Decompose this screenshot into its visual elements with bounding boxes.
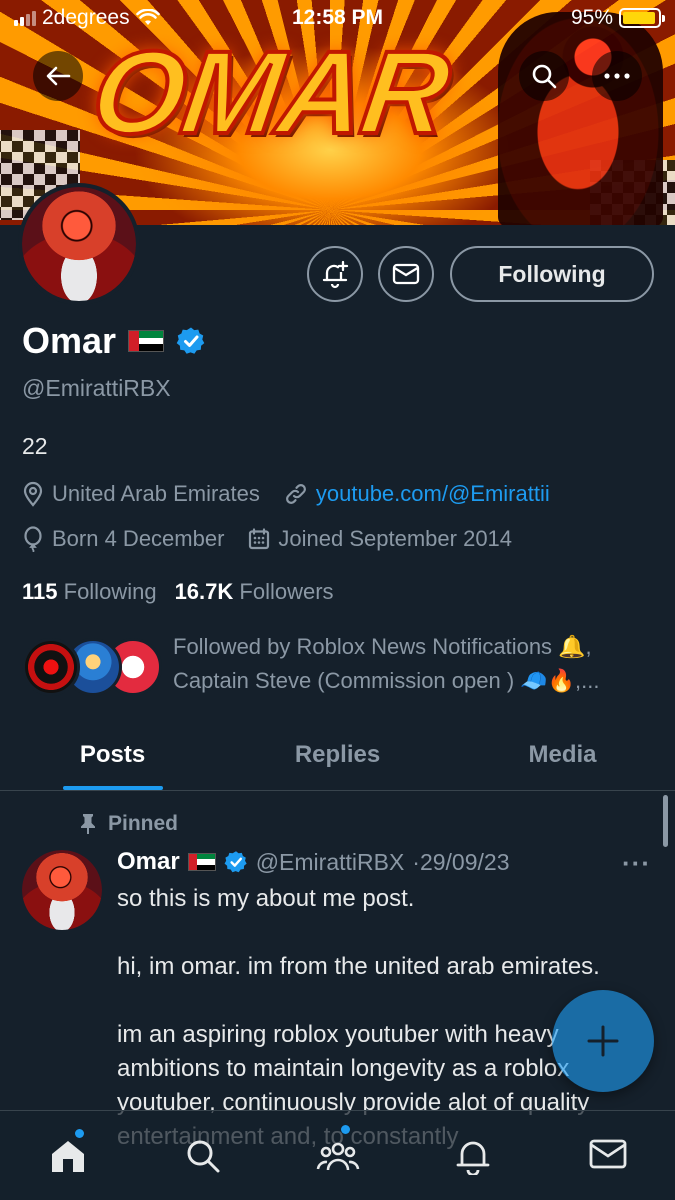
more-icon xyxy=(604,73,630,79)
nav-home[interactable] xyxy=(38,1129,98,1187)
verified-badge-icon xyxy=(224,851,247,873)
more-options-button[interactable] xyxy=(592,51,642,101)
search-icon xyxy=(187,1140,219,1173)
profile-birthday: Born 4 December xyxy=(52,526,225,551)
plus-icon xyxy=(587,1025,619,1057)
profile-meta-row-1: United Arab Emirates youtube.com/@Emirat… xyxy=(22,481,550,507)
location-pin-icon xyxy=(23,481,43,507)
back-button[interactable] xyxy=(33,51,83,101)
post-paragraph: so this is my about me post. xyxy=(117,885,415,912)
scrollbar[interactable] xyxy=(663,795,668,847)
bell-icon xyxy=(456,1141,489,1175)
balloon-icon xyxy=(24,526,42,552)
followed-by-avatars xyxy=(22,638,162,698)
post-author-avatar[interactable] xyxy=(22,850,102,930)
envelope-icon xyxy=(589,1139,626,1169)
profile-tabs: Posts Replies Media xyxy=(0,720,675,791)
bottom-navigation xyxy=(0,1110,675,1200)
post-more-button[interactable]: ··· xyxy=(622,848,651,879)
uae-flag-icon xyxy=(128,330,165,352)
profile-name: Omar xyxy=(22,320,117,361)
post-date: ·29/09/23 xyxy=(412,848,510,875)
battery-icon xyxy=(619,8,665,28)
back-arrow-icon xyxy=(46,66,71,86)
profile-joined: Joined September 2014 xyxy=(278,526,513,551)
follow-counts: 115 Following 16.7K Followers xyxy=(22,579,334,605)
home-icon xyxy=(51,1141,84,1172)
following-button[interactable]: Following xyxy=(450,246,654,302)
calendar-icon xyxy=(249,528,270,550)
pin-icon xyxy=(81,814,95,834)
tab-media[interactable]: Media xyxy=(450,720,675,790)
link-icon xyxy=(285,484,306,504)
active-tab-indicator xyxy=(62,786,163,790)
profile-name-row: Omar xyxy=(22,320,206,362)
profile-location: United Arab Emirates xyxy=(52,481,260,506)
pinned-label: Pinned xyxy=(80,812,178,836)
tab-posts[interactable]: Posts xyxy=(0,720,225,790)
profile-handle: @EmirattiRBX xyxy=(22,375,171,401)
nav-notification-dot xyxy=(340,1125,350,1134)
followed-by-text: Followed by Roblox News Notifications 🔔,… xyxy=(173,634,600,693)
nav-communities[interactable] xyxy=(308,1125,368,1187)
profile-meta-row-2: Born 4 December Joined September 2014 xyxy=(22,526,512,552)
profile-website-link[interactable]: youtube.com/@Emirattii xyxy=(316,481,550,507)
battery-percent: 95% xyxy=(570,6,613,29)
post-header: Omar @EmirattiRBX ·29/09/23 xyxy=(117,848,510,876)
followed-by-section[interactable]: Followed by Roblox News Notifications 🔔,… xyxy=(22,630,662,710)
nav-messages[interactable] xyxy=(578,1137,638,1187)
compose-button[interactable] xyxy=(552,990,654,1092)
communities-icon xyxy=(316,1142,359,1171)
search-icon xyxy=(532,64,557,89)
bell-plus-icon xyxy=(322,260,349,289)
banner-character xyxy=(498,12,663,225)
followers-count-link[interactable]: 16.7K Followers xyxy=(175,579,334,605)
nav-search[interactable] xyxy=(173,1137,233,1187)
message-button[interactable] xyxy=(378,246,434,302)
post-author-name[interactable]: Omar xyxy=(117,848,180,876)
post-paragraph: hi, im omar. im from the united arab emi… xyxy=(117,953,600,980)
profile-bio: 22 xyxy=(22,433,48,459)
post-author-handle: @EmirattiRBX xyxy=(255,848,405,875)
status-bar: 2degrees 12:58 PM 95% xyxy=(0,0,675,38)
nav-notification-dot xyxy=(74,1129,84,1138)
banner-title: OMAR xyxy=(82,25,457,161)
profile-avatar[interactable] xyxy=(18,183,140,305)
verified-badge-icon[interactable] xyxy=(176,326,206,356)
uae-flag-icon xyxy=(187,853,216,871)
follower-avatar xyxy=(22,638,80,696)
envelope-icon xyxy=(392,263,420,285)
following-count-link[interactable]: 115 Following xyxy=(22,579,157,605)
notify-button[interactable] xyxy=(307,246,363,302)
nav-notifications[interactable] xyxy=(443,1137,503,1187)
tab-replies[interactable]: Replies xyxy=(225,720,450,790)
search-button[interactable] xyxy=(519,51,569,101)
